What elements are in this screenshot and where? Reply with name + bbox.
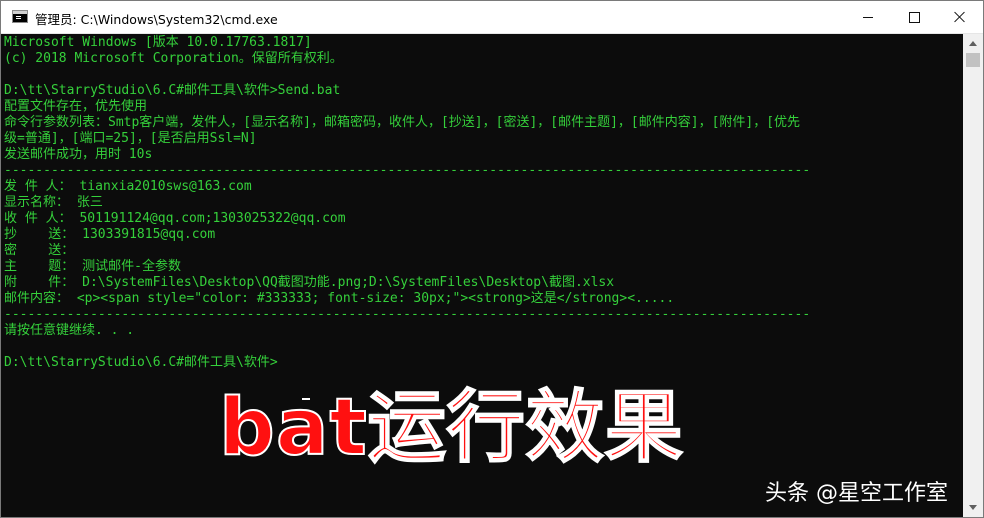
console-line: 请按任意键继续. . .: [4, 323, 135, 338]
console-line: ----------------------------------------…: [4, 307, 811, 322]
window-title: 管理员: C:\Windows\System32\cmd.exe: [35, 12, 278, 27]
watermark: 头条 @星空工作室: [765, 481, 948, 506]
chevron-up-icon: [969, 40, 977, 46]
cmd-window: 管理员: C:\Windows\System32\cmd.exe Microso…: [0, 0, 984, 518]
title-bar[interactable]: 管理员: C:\Windows\System32\cmd.exe: [1, 1, 983, 34]
console-line: 发 件 人： tianxia2010sws@163.com: [4, 179, 252, 194]
console-line: 级=普通]，[端口=25]，[是否启用Ssl=N]: [4, 131, 257, 146]
minimize-icon: [863, 16, 873, 18]
console-line: (c) 2018 Microsoft Corporation。保留所有权利。: [4, 51, 343, 66]
scroll-up-button[interactable]: [963, 34, 983, 52]
maximize-icon: [908, 11, 920, 23]
console-line: 邮件内容： <p><span style="color: #333333; fo…: [4, 291, 675, 306]
console-line: 抄 送： 1303391815@qq.com: [4, 227, 216, 242]
chevron-down-icon: [969, 504, 977, 510]
close-icon: [954, 11, 966, 23]
maximize-button[interactable]: [891, 1, 937, 33]
console-line: 命令行参数列表：Smtp客户端，发件人，[显示名称]，邮箱密码，收件人，[抄送]…: [4, 115, 801, 130]
scroll-thumb[interactable]: [966, 53, 980, 67]
console-line: Microsoft Windows [版本 10.0.17763.1817]: [4, 35, 312, 50]
console-line: 密 送：: [4, 243, 75, 258]
console-line: D:\tt\StarryStudio\6.C#邮件工具\软件>Send.bat: [4, 83, 341, 98]
close-button[interactable]: [937, 1, 983, 33]
minimize-button[interactable]: [845, 1, 891, 33]
console-line: 配置文件存在，优先使用: [4, 99, 148, 114]
cmd-icon[interactable]: [12, 10, 28, 23]
console-line: ----------------------------------------…: [4, 163, 811, 178]
console-prompt: D:\tt\StarryStudio\6.C#邮件工具\软件>: [4, 355, 278, 370]
console-line: 发送邮件成功，用时 10s: [4, 147, 153, 162]
console-line: 收 件 人： 501191124@qq.com;1303025322@qq.co…: [4, 211, 346, 226]
vertical-scrollbar[interactable]: [963, 34, 983, 517]
overlay-caption: bat运行效果: [218, 382, 684, 474]
console-line: 附 件： D:\SystemFiles\Desktop\QQ截图功能.png;D…: [4, 275, 615, 290]
console-line: 主 题： 测试邮件-全参数: [4, 259, 181, 274]
scroll-down-button[interactable]: [963, 498, 983, 516]
console-line: 显示名称： 张三: [4, 195, 103, 210]
